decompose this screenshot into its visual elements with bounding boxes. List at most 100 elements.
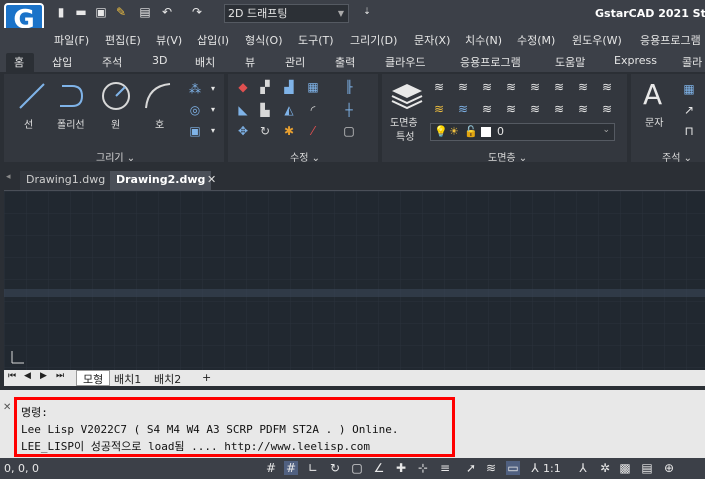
tab-applications[interactable]: 응용프로그램 xyxy=(460,54,521,70)
snap-icon[interactable]: # xyxy=(284,461,298,475)
leader-icon[interactable]: ↗ xyxy=(682,103,696,117)
layer-display-icon[interactable]: ≋ xyxy=(484,461,498,475)
menu-modify[interactable]: 수정(M) xyxy=(517,32,555,48)
layer-properties-line1[interactable]: 도면층 xyxy=(390,114,418,129)
arc-tool-label[interactable]: 호 xyxy=(155,116,164,131)
polar-icon[interactable]: ↻ xyxy=(328,461,342,475)
annotation-scale-icon[interactable]: ⅄ xyxy=(528,461,542,475)
menu-insert[interactable]: 삽입(I) xyxy=(197,32,229,48)
fillet-icon[interactable]: ◜ xyxy=(306,103,320,117)
osnap-icon[interactable]: ▢ xyxy=(350,461,364,475)
tab-cloud[interactable]: 클라우드 xyxy=(385,54,425,70)
close-icon[interactable]: ✕ xyxy=(3,402,11,413)
tab-list-icon[interactable]: ◂ xyxy=(6,172,11,182)
workspace-select[interactable]: 2D 드래프팅 ▼ xyxy=(224,4,349,23)
layout-tab-layout2[interactable]: 배치2 xyxy=(154,371,181,387)
menu-edit[interactable]: 편집(E) xyxy=(105,32,141,48)
model-space-icon[interactable]: ▭ xyxy=(506,461,520,475)
circle-icon[interactable] xyxy=(100,80,132,112)
layer-panel-label[interactable]: 도면층 ⌄ xyxy=(488,149,527,164)
layout-tab-layout1[interactable]: 배치1 xyxy=(114,371,141,387)
text-tool-icon[interactable]: A xyxy=(643,78,662,111)
annotation-scale-value[interactable]: 1:1 xyxy=(543,462,561,475)
erase-icon[interactable]: ◆ xyxy=(236,80,250,94)
workspace-switch-icon[interactable]: ✲ xyxy=(598,461,612,475)
undo-icon[interactable]: ↶ xyxy=(160,5,174,19)
menu-window[interactable]: 윈도우(W) xyxy=(572,32,622,48)
menu-file[interactable]: 파일(F) xyxy=(54,32,89,48)
chevron-down-icon[interactable]: ▾ xyxy=(206,124,220,138)
tab-layout[interactable]: 배치 xyxy=(195,54,215,70)
ortho-icon[interactable]: ∟ xyxy=(306,461,320,475)
dynamic-ucs-icon[interactable]: ∠ xyxy=(372,461,386,475)
dimension-icon[interactable]: ⊓ xyxy=(682,124,696,138)
tab-manage[interactable]: 관리 xyxy=(285,54,305,70)
layer-stack-icon[interactable] xyxy=(390,80,424,110)
close-icon[interactable]: ✕ xyxy=(207,173,216,186)
layer-properties-line2[interactable]: 특성 xyxy=(396,128,414,143)
tab-annotate[interactable]: 주석 xyxy=(102,54,122,70)
first-layout-icon[interactable]: ⏮ xyxy=(8,371,16,381)
scale-icon[interactable]: ▙ xyxy=(258,103,272,117)
copy-icon[interactable]: ▞ xyxy=(258,80,272,94)
line-icon[interactable] xyxy=(16,80,48,112)
tab-3d[interactable]: 3D xyxy=(152,54,167,67)
menu-tools[interactable]: 도구(T) xyxy=(298,32,334,48)
stretch-icon[interactable]: ▟ xyxy=(282,80,296,94)
group-icon[interactable]: ▢ xyxy=(342,124,356,138)
mirror-icon[interactable]: ◭ xyxy=(282,103,296,117)
text-tool-label[interactable]: 문자 xyxy=(645,114,663,129)
customize-quick-access-icon[interactable]: ⇣ xyxy=(360,5,374,19)
menu-dimension[interactable]: 치수(N) xyxy=(465,32,502,48)
menu-view[interactable]: 뷰(V) xyxy=(156,32,182,48)
circle-tool-label[interactable]: 원 xyxy=(111,116,120,131)
layer-on-icon[interactable]: ≋ xyxy=(528,80,542,94)
tab-view[interactable]: 뷰 xyxy=(245,54,255,70)
command-history[interactable]: 명령: Lee Lisp V2022C7 ( S4 M4 W4 A3 SCRP … xyxy=(14,397,455,457)
explode-icon[interactable]: ✱ xyxy=(282,124,296,138)
menu-draw[interactable]: 그리기(D) xyxy=(350,32,397,48)
layer-isolate-icon[interactable]: ≋ xyxy=(456,80,470,94)
open-file-icon[interactable]: ▬ xyxy=(74,5,88,19)
next-layout-icon[interactable]: ▶ xyxy=(40,371,47,381)
layer-thaw-icon[interactable]: ≋ xyxy=(576,80,590,94)
transparency-icon[interactable]: ≡ xyxy=(438,461,452,475)
layer-translate-icon[interactable]: ≋ xyxy=(600,102,614,116)
line-tool-label[interactable]: 선 xyxy=(24,116,33,131)
new-file-icon[interactable]: ▮ xyxy=(54,5,68,19)
layer-select[interactable]: 💡 ☀ 🔓 0 ⌄ xyxy=(430,123,615,141)
layer-copy-icon[interactable]: ≋ xyxy=(576,102,590,116)
hatch-icon[interactable]: ⁂ xyxy=(188,82,202,96)
trim-icon[interactable]: ◣ xyxy=(236,103,250,117)
hardware-accel-icon[interactable]: ▩ xyxy=(618,461,632,475)
layer-state-icon[interactable]: ≋ xyxy=(432,80,446,94)
menu-applications[interactable]: 응용프로그램 xyxy=(640,32,701,48)
rotate-icon[interactable]: ↻ xyxy=(258,124,272,138)
redo-icon[interactable]: ↷ xyxy=(190,5,204,19)
layout-tab-model[interactable]: 모형 xyxy=(76,370,111,386)
modify-panel-label[interactable]: 수정 ⌄ xyxy=(290,149,320,164)
arc-icon[interactable] xyxy=(142,80,174,112)
break-icon[interactable]: ⁄ xyxy=(306,124,320,138)
print-icon[interactable]: ▤ xyxy=(138,5,152,19)
draw-panel-label[interactable]: 그리기 ⌄ xyxy=(96,149,135,164)
layer-match-icon[interactable]: ≋ xyxy=(600,80,614,94)
last-layout-icon[interactable]: ⏭ xyxy=(56,371,64,381)
coordinates[interactable]: 0, 0, 0 xyxy=(4,462,39,475)
layer-delete-icon[interactable]: ≋ xyxy=(504,102,518,116)
array-icon[interactable]: ▦ xyxy=(306,80,320,94)
table-icon[interactable]: ▦ xyxy=(682,82,696,96)
move-icon[interactable]: ✥ xyxy=(236,124,250,138)
layer-freeze-icon[interactable]: ≋ xyxy=(552,80,566,94)
polyline-icon[interactable] xyxy=(56,80,88,112)
selection-cycling-icon[interactable]: ➚ xyxy=(464,461,478,475)
prev-layout-icon[interactable]: ◀ xyxy=(24,371,31,381)
layer-off-icon[interactable]: ≋ xyxy=(504,80,518,94)
polyline-tool-label[interactable]: 폴리선 xyxy=(57,116,85,131)
menu-text[interactable]: 문자(X) xyxy=(414,32,450,48)
add-layout-tab[interactable]: + xyxy=(202,371,211,384)
layer-walk-icon[interactable]: ≋ xyxy=(456,102,470,116)
tab-collab[interactable]: 콜라 xyxy=(682,54,702,70)
align-icon[interactable]: ╟ xyxy=(342,80,356,94)
layer-merge-icon[interactable]: ≋ xyxy=(480,102,494,116)
